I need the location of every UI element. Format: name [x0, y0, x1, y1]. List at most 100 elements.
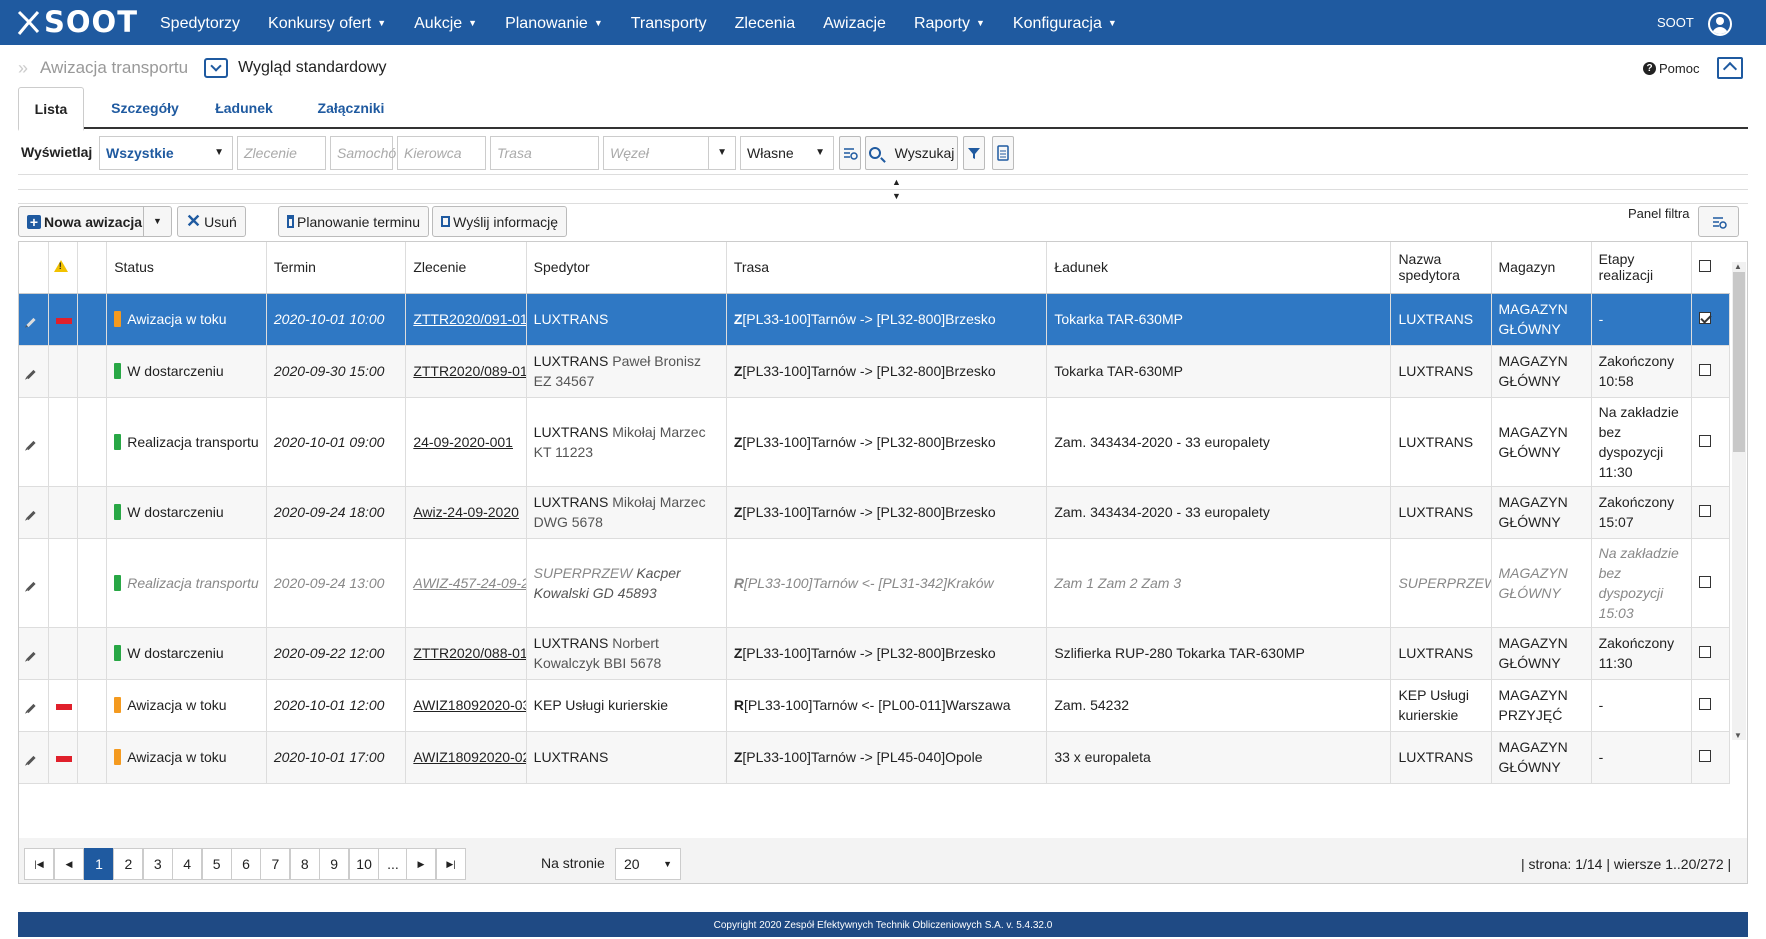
page-button[interactable]: 9: [319, 848, 350, 880]
table-row[interactable]: W dostarczeniu 2020-09-30 15:00 ZTTR2020/0…: [19, 345, 1731, 398]
display-select[interactable]: Wszystkie ▼: [99, 136, 233, 170]
nav-item-5[interactable]: Zlecenia: [721, 0, 809, 45]
expand-collapse-arrows-icon[interactable]: ▲ ▼: [892, 175, 901, 203]
pencil-icon[interactable]: [26, 317, 36, 328]
select-cell[interactable]: [1691, 679, 1731, 732]
samochod-input[interactable]: Samochó: [330, 136, 396, 170]
row-checkbox[interactable]: [1698, 750, 1711, 762]
wezel-select[interactable]: Węzeł ▼: [603, 136, 736, 170]
filter-panel-button[interactable]: [1698, 206, 1739, 237]
select-cell[interactable]: [1691, 293, 1731, 346]
tab-ladunek[interactable]: Ładunek: [202, 87, 286, 129]
nav-item-8[interactable]: Konfiguracja ▼: [999, 0, 1131, 45]
select-cell[interactable]: [1691, 397, 1731, 487]
owner-select[interactable]: Własne ▼: [740, 136, 834, 170]
filter-splitter[interactable]: ▲ ▼: [18, 174, 1748, 204]
per-page-select[interactable]: 20 ▼: [615, 848, 681, 880]
page-button[interactable]: 4: [172, 848, 203, 880]
last-page-button[interactable]: ▶|: [436, 848, 466, 880]
page-button[interactable]: 3: [142, 848, 173, 880]
double-chevron-icon[interactable]: »: [18, 58, 28, 79]
delete-button[interactable]: ✕ Usuń: [177, 206, 246, 237]
col-nazwa-spedytora[interactable]: Nazwa spedytora: [1390, 242, 1492, 294]
app-logo[interactable]: SOOT: [16, 5, 141, 39]
pencil-icon[interactable]: [26, 651, 36, 662]
row-checkbox[interactable]: [1698, 646, 1711, 658]
col-select-all[interactable]: [1691, 242, 1730, 294]
nav-item-6[interactable]: Awizacje: [809, 0, 900, 45]
page-button[interactable]: 5: [201, 848, 232, 880]
send-info-button[interactable]: Wyślij informację: [432, 206, 567, 237]
edit-cell[interactable]: [19, 486, 49, 539]
tab-lista[interactable]: Lista: [18, 87, 84, 131]
nav-item-7[interactable]: Raporty ▼: [900, 0, 999, 45]
nav-item-2[interactable]: Aukcje ▼: [400, 0, 491, 45]
first-page-button[interactable]: |◀: [24, 848, 54, 880]
row-checkbox[interactable]: [1698, 364, 1711, 376]
row-checkbox[interactable]: [1698, 698, 1711, 710]
col-status[interactable]: Status: [106, 242, 267, 294]
pencil-icon[interactable]: [26, 440, 36, 450]
collapse-icon[interactable]: [1717, 57, 1743, 79]
table-row[interactable]: W dostarczeniu 2020-09-22 12:00 ZTTR2020/0…: [19, 627, 1731, 680]
select-all-checkbox[interactable]: [1698, 260, 1711, 273]
pencil-icon[interactable]: [26, 369, 36, 380]
edit-cell[interactable]: [19, 731, 49, 784]
export-button[interactable]: [992, 136, 1014, 170]
filter-settings-button[interactable]: [839, 136, 861, 170]
select-cell[interactable]: [1691, 345, 1731, 398]
table-row[interactable]: Realizacja transportu 2020-10-01 09:00 24-…: [19, 397, 1731, 487]
row-checkbox[interactable]: [1698, 312, 1711, 324]
page-button[interactable]: 2: [113, 848, 144, 880]
select-cell[interactable]: [1691, 731, 1731, 784]
zlecenie-link[interactable]: ZTTR2020/091-01: [413, 311, 525, 327]
search-button[interactable]: Wyszukaj: [865, 136, 958, 170]
edit-cell[interactable]: [19, 397, 49, 487]
chevron-down-icon[interactable]: ▼: [143, 207, 171, 236]
nav-item-1[interactable]: Konkursy ofert ▼: [254, 0, 400, 45]
pencil-icon[interactable]: [26, 755, 36, 766]
next-page-button[interactable]: ▶: [406, 848, 436, 880]
page-button[interactable]: 10: [348, 848, 380, 880]
prev-page-button[interactable]: ◀: [54, 848, 84, 880]
select-cell[interactable]: [1691, 538, 1731, 628]
page-button[interactable]: 7: [260, 848, 291, 880]
zlecenie-link[interactable]: 24-09-2020-001: [413, 434, 513, 450]
col-trasa[interactable]: Trasa: [726, 242, 1048, 294]
zlecenie-link[interactable]: AWIZ-457-24-09-2020: [413, 575, 525, 591]
zlecenie-link[interactable]: ZTTR2020/089-01: [413, 363, 525, 379]
nav-item-0[interactable]: Spedytorzy: [146, 0, 254, 45]
zlecenie-link[interactable]: Awiz-24-09-2020: [413, 504, 519, 520]
zlecenie-link[interactable]: AWIZ18092020-03: [413, 697, 525, 713]
page-button[interactable]: ...: [378, 848, 408, 880]
kierowca-input[interactable]: Kierowca: [397, 136, 486, 170]
scroll-up-icon[interactable]: ▲: [1734, 262, 1742, 271]
scroll-down-icon[interactable]: ▼: [1734, 731, 1742, 740]
user-name[interactable]: SOOT: [1657, 15, 1694, 30]
edit-cell[interactable]: [19, 538, 49, 628]
pencil-icon[interactable]: [26, 510, 36, 521]
page-button[interactable]: 1: [84, 848, 114, 880]
col-warning[interactable]: [48, 242, 78, 294]
user-avatar-icon[interactable]: [1708, 12, 1732, 36]
page-button[interactable]: 8: [289, 848, 320, 880]
pencil-icon[interactable]: [26, 581, 36, 591]
col-magazyn[interactable]: Magazyn: [1491, 242, 1592, 294]
view-label[interactable]: Wygląd standardowy: [238, 59, 386, 77]
trasa-input[interactable]: Trasa: [490, 136, 599, 170]
table-row[interactable]: Awizacja w toku 2020-10-01 12:00 AWIZ18092…: [19, 679, 1731, 732]
select-cell[interactable]: [1691, 627, 1731, 680]
table-row[interactable]: Awizacja w toku 2020-10-01 17:00 AWIZ18092…: [19, 731, 1731, 784]
edit-cell[interactable]: [19, 627, 49, 680]
funnel-button[interactable]: [963, 136, 985, 170]
row-checkbox[interactable]: [1698, 575, 1711, 588]
zlecenie-link[interactable]: AWIZ18092020-02: [413, 749, 525, 765]
col-ladunek[interactable]: Ładunek: [1046, 242, 1392, 294]
plan-term-button[interactable]: Planowanie terminu: [278, 206, 429, 237]
table-row[interactable]: W dostarczeniu 2020-09-24 18:00 Awiz-24-09…: [19, 486, 1731, 539]
new-awizacja-button[interactable]: + Nowa awizacja ▼: [18, 206, 172, 237]
row-checkbox[interactable]: [1698, 505, 1711, 517]
page-button[interactable]: 6: [231, 848, 261, 880]
table-row[interactable]: Realizacja transportu 2020-09-24 13:00 AWI…: [19, 538, 1731, 628]
edit-cell[interactable]: [19, 293, 49, 346]
